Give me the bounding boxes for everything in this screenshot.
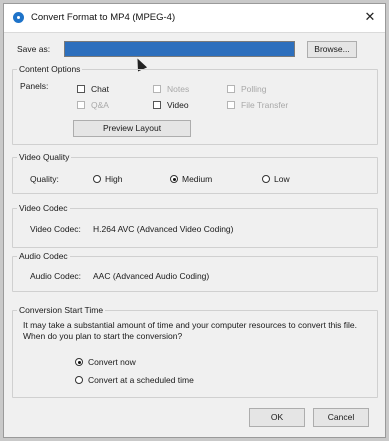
content-options-title: Content Options	[17, 64, 83, 74]
video-quality-title: Video Quality	[17, 152, 72, 162]
audio-codec-value: AAC (Advanced Audio Coding)	[93, 271, 210, 281]
polling-checkbox	[227, 85, 235, 93]
quality-medium-radio[interactable]	[170, 175, 178, 183]
qa-checkbox	[77, 101, 85, 109]
conversion-start-title: Conversion Start Time	[17, 305, 106, 315]
ok-button[interactable]: OK	[249, 408, 305, 427]
video-codec-group: Video Codec Video Codec: H.264 AVC (Adva…	[12, 203, 378, 248]
quality-medium-label: Medium	[182, 174, 213, 184]
video-label: Video	[167, 100, 189, 110]
qa-label: Q&A	[91, 100, 109, 110]
conversion-description-line2: When do you plan to start the conversion…	[23, 331, 183, 341]
convert-scheduled-label: Convert at a scheduled time	[88, 375, 194, 385]
close-icon[interactable]: ✕	[363, 10, 377, 24]
file-transfer-label: File Transfer	[241, 100, 289, 110]
audio-codec-label: Audio Codec:	[30, 271, 82, 281]
video-codec-label: Video Codec:	[30, 224, 81, 234]
save-as-label: Save as:	[17, 44, 51, 54]
video-checkbox[interactable]	[153, 101, 161, 109]
browse-button[interactable]: Browse...	[307, 41, 357, 58]
convert-dialog: Convert Format to MP4 (MPEG-4) ✕ Save as…	[3, 3, 386, 438]
notes-checkbox	[153, 85, 161, 93]
panels-label: Panels:	[20, 81, 49, 91]
window-title: Convert Format to MP4 (MPEG-4)	[31, 12, 176, 23]
conversion-description-line1: It may take a substantial amount of time…	[23, 320, 358, 330]
title-bar[interactable]: Convert Format to MP4 (MPEG-4) ✕	[4, 4, 385, 33]
content-options-group: Content Options Panels: Chat Notes Polli…	[12, 64, 378, 145]
convert-scheduled-radio[interactable]	[75, 376, 83, 384]
convert-now-label: Convert now	[88, 357, 136, 367]
quality-high-radio[interactable]	[93, 175, 101, 183]
conversion-start-group: Conversion Start Time It may take a subs…	[12, 305, 378, 398]
video-codec-value: H.264 AVC (Advanced Video Coding)	[93, 224, 234, 234]
audio-codec-group: Audio Codec Audio Codec: AAC (Advanced A…	[12, 251, 378, 292]
app-logo-icon	[13, 12, 24, 23]
chat-label: Chat	[91, 84, 109, 94]
video-codec-title: Video Codec	[17, 203, 70, 213]
video-quality-group: Video Quality Quality: High Medium Low	[12, 152, 378, 194]
audio-codec-title: Audio Codec	[17, 251, 70, 261]
quality-low-radio[interactable]	[262, 175, 270, 183]
quality-high-label: High	[105, 174, 123, 184]
file-transfer-checkbox	[227, 101, 235, 109]
cancel-button[interactable]: Cancel	[313, 408, 369, 427]
save-as-input[interactable]	[64, 41, 295, 57]
notes-label: Notes	[167, 84, 190, 94]
chat-checkbox[interactable]	[77, 85, 85, 93]
convert-now-radio[interactable]	[75, 358, 83, 366]
polling-label: Polling	[241, 84, 267, 94]
quality-label: Quality:	[30, 174, 59, 184]
preview-layout-button[interactable]: Preview Layout	[73, 120, 191, 137]
quality-low-label: Low	[274, 174, 290, 184]
